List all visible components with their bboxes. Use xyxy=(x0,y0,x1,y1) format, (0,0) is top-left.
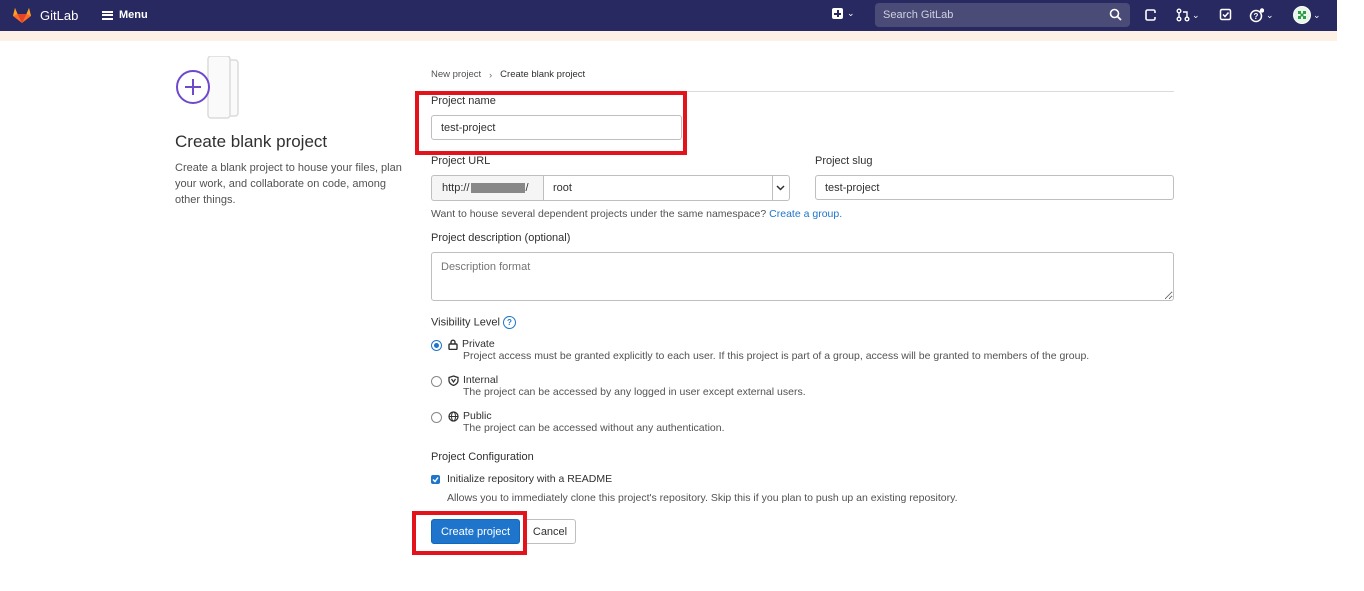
shield-icon xyxy=(448,374,459,386)
help-icon[interactable]: ? xyxy=(502,316,516,329)
namespace-help-sentence: Want to house several dependent projects… xyxy=(431,208,767,220)
user-menu-button[interactable]: ⌄ xyxy=(1293,6,1321,24)
public-label-text: Public xyxy=(463,410,492,422)
chevron-down-icon: ⌄ xyxy=(1192,9,1200,20)
url-prefix-slash: / xyxy=(525,182,529,194)
cancel-button[interactable]: Cancel xyxy=(524,519,576,544)
namespace-value: root xyxy=(553,182,572,194)
svg-text:?: ? xyxy=(1254,12,1259,21)
create-group-link[interactable]: Create a group. xyxy=(769,208,842,220)
broadcast-banner-strip xyxy=(0,31,1337,41)
project-slug-input[interactable] xyxy=(815,175,1174,200)
help-button[interactable]: ? ⌄ xyxy=(1249,8,1274,23)
namespace-select[interactable]: root xyxy=(543,175,790,201)
visibility-level-label: Visibility Level? xyxy=(431,316,516,329)
project-slug-label: Project slug xyxy=(815,155,873,167)
visibility-internal-radio[interactable] xyxy=(431,376,442,387)
issues-icon[interactable] xyxy=(1144,8,1158,22)
visibility-public-description: The project can be accessed without any … xyxy=(463,422,725,434)
highlight-box-project-name xyxy=(415,91,687,155)
visibility-private-description: Project access must be granted explicitl… xyxy=(463,350,1090,362)
project-url-prefix: http:// / xyxy=(431,175,543,201)
visibility-internal-description: The project can be accessed by any logge… xyxy=(463,386,806,398)
brand-name[interactable]: GitLab xyxy=(40,8,78,23)
highlight-box-create-button xyxy=(412,511,527,555)
chevron-down-icon: ⌄ xyxy=(1266,10,1274,20)
private-label-text: Private xyxy=(462,338,495,350)
merge-request-icon xyxy=(1176,8,1190,22)
gitlab-logo-icon[interactable] xyxy=(12,6,32,24)
new-project-illustration-icon xyxy=(176,56,239,119)
project-description-textarea[interactable] xyxy=(431,252,1174,301)
visibility-private-radio[interactable] xyxy=(431,340,442,351)
breadcrumb-current[interactable]: Create blank project xyxy=(500,69,585,80)
project-configuration-label: Project Configuration xyxy=(431,451,534,463)
breadcrumb-new-project[interactable]: New project xyxy=(431,69,481,80)
menu-button[interactable]: Menu xyxy=(102,9,148,21)
search-input[interactable] xyxy=(881,8,1105,22)
visibility-public-radio[interactable] xyxy=(431,412,442,423)
visibility-internal-label[interactable]: Internal xyxy=(448,374,498,386)
globe-icon xyxy=(448,410,459,422)
todos-icon[interactable] xyxy=(1219,8,1232,21)
new-dropdown-button[interactable]: ⌄ xyxy=(832,8,855,19)
chevron-down-icon xyxy=(776,185,785,191)
top-navbar: GitLab Menu ⌄ ⌄ ? xyxy=(0,0,1337,31)
merge-requests-button[interactable]: ⌄ xyxy=(1176,8,1200,22)
chevron-down-icon: ⌄ xyxy=(847,8,855,18)
select-divider xyxy=(772,176,773,200)
chevron-down-icon: ⌄ xyxy=(1313,9,1321,20)
internal-label-text: Internal xyxy=(463,374,499,386)
initialize-readme-description: Allows you to immediately clone this pro… xyxy=(447,492,958,504)
initialize-readme-label[interactable]: Initialize repository with a README xyxy=(447,473,612,485)
checkmark-icon xyxy=(432,477,439,483)
visibility-private-label[interactable]: Private xyxy=(448,338,495,350)
url-prefix-text: http:// xyxy=(442,182,470,194)
search-icon xyxy=(1109,8,1122,21)
redacted-host xyxy=(470,183,525,193)
menu-label: Menu xyxy=(119,9,148,21)
breadcrumb: New project › Create blank project xyxy=(431,69,585,80)
visibility-level-text: Visibility Level xyxy=(431,316,500,329)
visibility-public-label[interactable]: Public xyxy=(448,410,492,422)
search-box[interactable] xyxy=(875,3,1130,27)
initialize-readme-checkbox[interactable] xyxy=(431,475,440,484)
lock-icon xyxy=(448,339,458,350)
project-description-label: Project description (optional) xyxy=(431,232,571,244)
page-title: Create blank project xyxy=(175,132,328,151)
page-description: Create a blank project to house your fil… xyxy=(175,162,402,206)
chevron-right-icon: › xyxy=(489,69,493,80)
question-icon: ? xyxy=(1249,8,1264,23)
project-url-label: Project URL xyxy=(431,155,491,167)
hamburger-icon xyxy=(102,10,113,20)
avatar xyxy=(1293,6,1311,24)
plus-square-icon xyxy=(832,8,843,19)
namespace-help-text: Want to house several dependent projects… xyxy=(431,208,842,220)
